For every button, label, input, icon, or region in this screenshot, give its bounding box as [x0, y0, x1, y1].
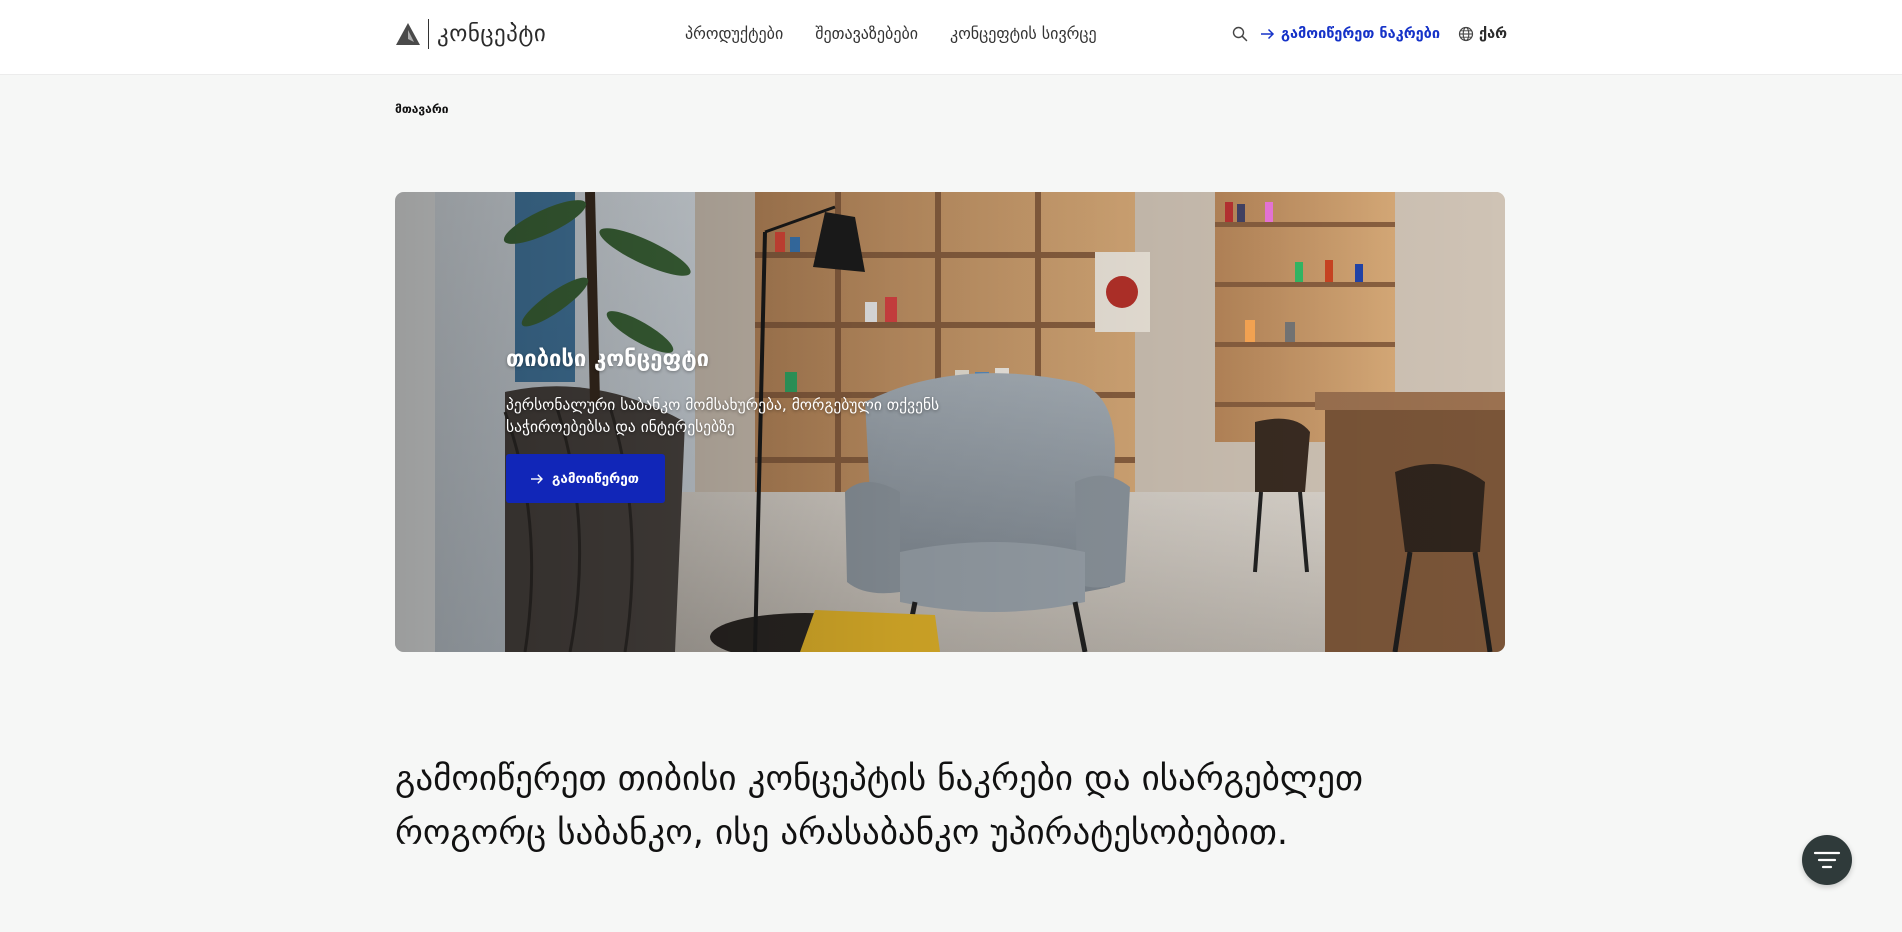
order-cards-label: გამოიწერეთ ნაკრები — [1281, 26, 1441, 42]
hero-content: თიბისი კონცეფტი პერსონალური საბანკო მომს… — [506, 347, 1026, 503]
arrow-right-icon — [531, 473, 543, 484]
order-cards-link[interactable]: გამოიწერეთ ნაკრები — [1260, 26, 1440, 42]
logo-text: კონცეპტი — [437, 21, 547, 47]
logo-divider — [428, 19, 429, 49]
nav-item-concept-space[interactable]: კონცეფტის სივრცე — [950, 24, 1097, 43]
nav-item-offers[interactable]: შეთავაზებები — [815, 24, 918, 43]
site-header: კონცეპტი პროდუქტები შეთავაზებები კონცეფტ… — [0, 0, 1902, 75]
section-headline: გამოიწერეთ თიბისი კონცეპტის ნაკრები და ი… — [395, 759, 1363, 853]
globe-icon — [1458, 26, 1474, 42]
filter-button[interactable] — [1802, 835, 1852, 885]
hero-subtitle: პერსონალური საბანკო მომსახურება, მორგებუ… — [506, 396, 940, 436]
language-label: ქარ — [1479, 26, 1508, 42]
breadcrumb: მთავარი — [395, 102, 448, 116]
breadcrumb-home[interactable]: მთავარი — [395, 102, 448, 116]
logo-mark-icon — [396, 23, 420, 45]
filter-icon — [1813, 851, 1841, 869]
header-actions: გამოიწერეთ ნაკრები ქარ — [1230, 24, 1507, 44]
hero-title: თიბისი კონცეფტი — [506, 347, 710, 372]
hero-banner: თიბისი კონცეფტი პერსონალური საბანკო მომს… — [395, 192, 1505, 652]
arrow-right-icon — [1261, 28, 1275, 40]
search-icon[interactable] — [1230, 24, 1250, 44]
order-button[interactable]: გამოიწერეთ — [506, 454, 665, 503]
language-switcher[interactable]: ქარ — [1458, 26, 1507, 42]
nav-item-products[interactable]: პროდუქტები — [685, 24, 783, 43]
main-nav: პროდუქტები შეთავაზებები კონცეფტის სივრცე — [685, 24, 1097, 43]
logo[interactable]: კონცეპტი — [395, 18, 546, 50]
order-button-label: გამოიწერეთ — [552, 470, 639, 487]
